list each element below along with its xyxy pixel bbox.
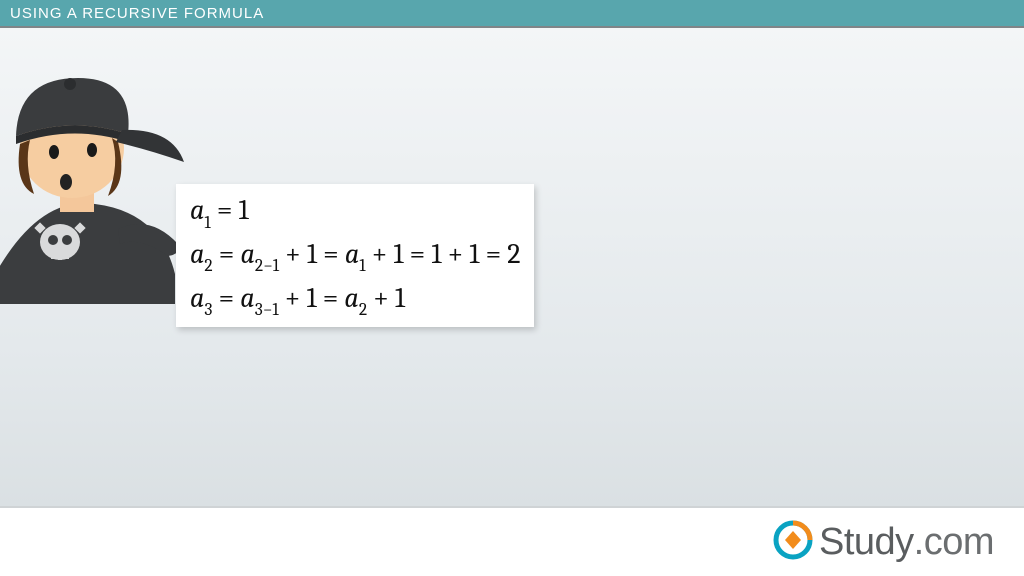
brand-text: Study.com	[819, 521, 994, 564]
formula-line-1: a1 = 1	[190, 190, 520, 234]
formula-line-3: a3 = a3−1 + 1 = a2 + 1	[190, 278, 520, 322]
brand-icon	[773, 520, 813, 565]
brand-name-strong: Study	[819, 521, 914, 563]
brand-name-light: .com	[914, 521, 994, 563]
character-illustration	[0, 44, 200, 304]
title-underline	[0, 26, 1024, 28]
formula-block: a1 = 1 a2 = a2−1 + 1 = a1 + 1 = 1 + 1 = …	[176, 184, 534, 327]
formula-card: a1 = 1 a2 = a2−1 + 1 = a1 + 1 = 1 + 1 = …	[176, 184, 534, 327]
slide-title: USING A RECURSIVE FORMULA	[10, 5, 264, 22]
footer-bar: Study.com	[0, 506, 1024, 576]
brand-logo: Study.com	[773, 520, 994, 565]
title-bar: USING A RECURSIVE FORMULA	[0, 0, 1024, 26]
formula-line-2: a2 = a2−1 + 1 = a1 + 1 = 1 + 1 = 2	[190, 234, 520, 278]
